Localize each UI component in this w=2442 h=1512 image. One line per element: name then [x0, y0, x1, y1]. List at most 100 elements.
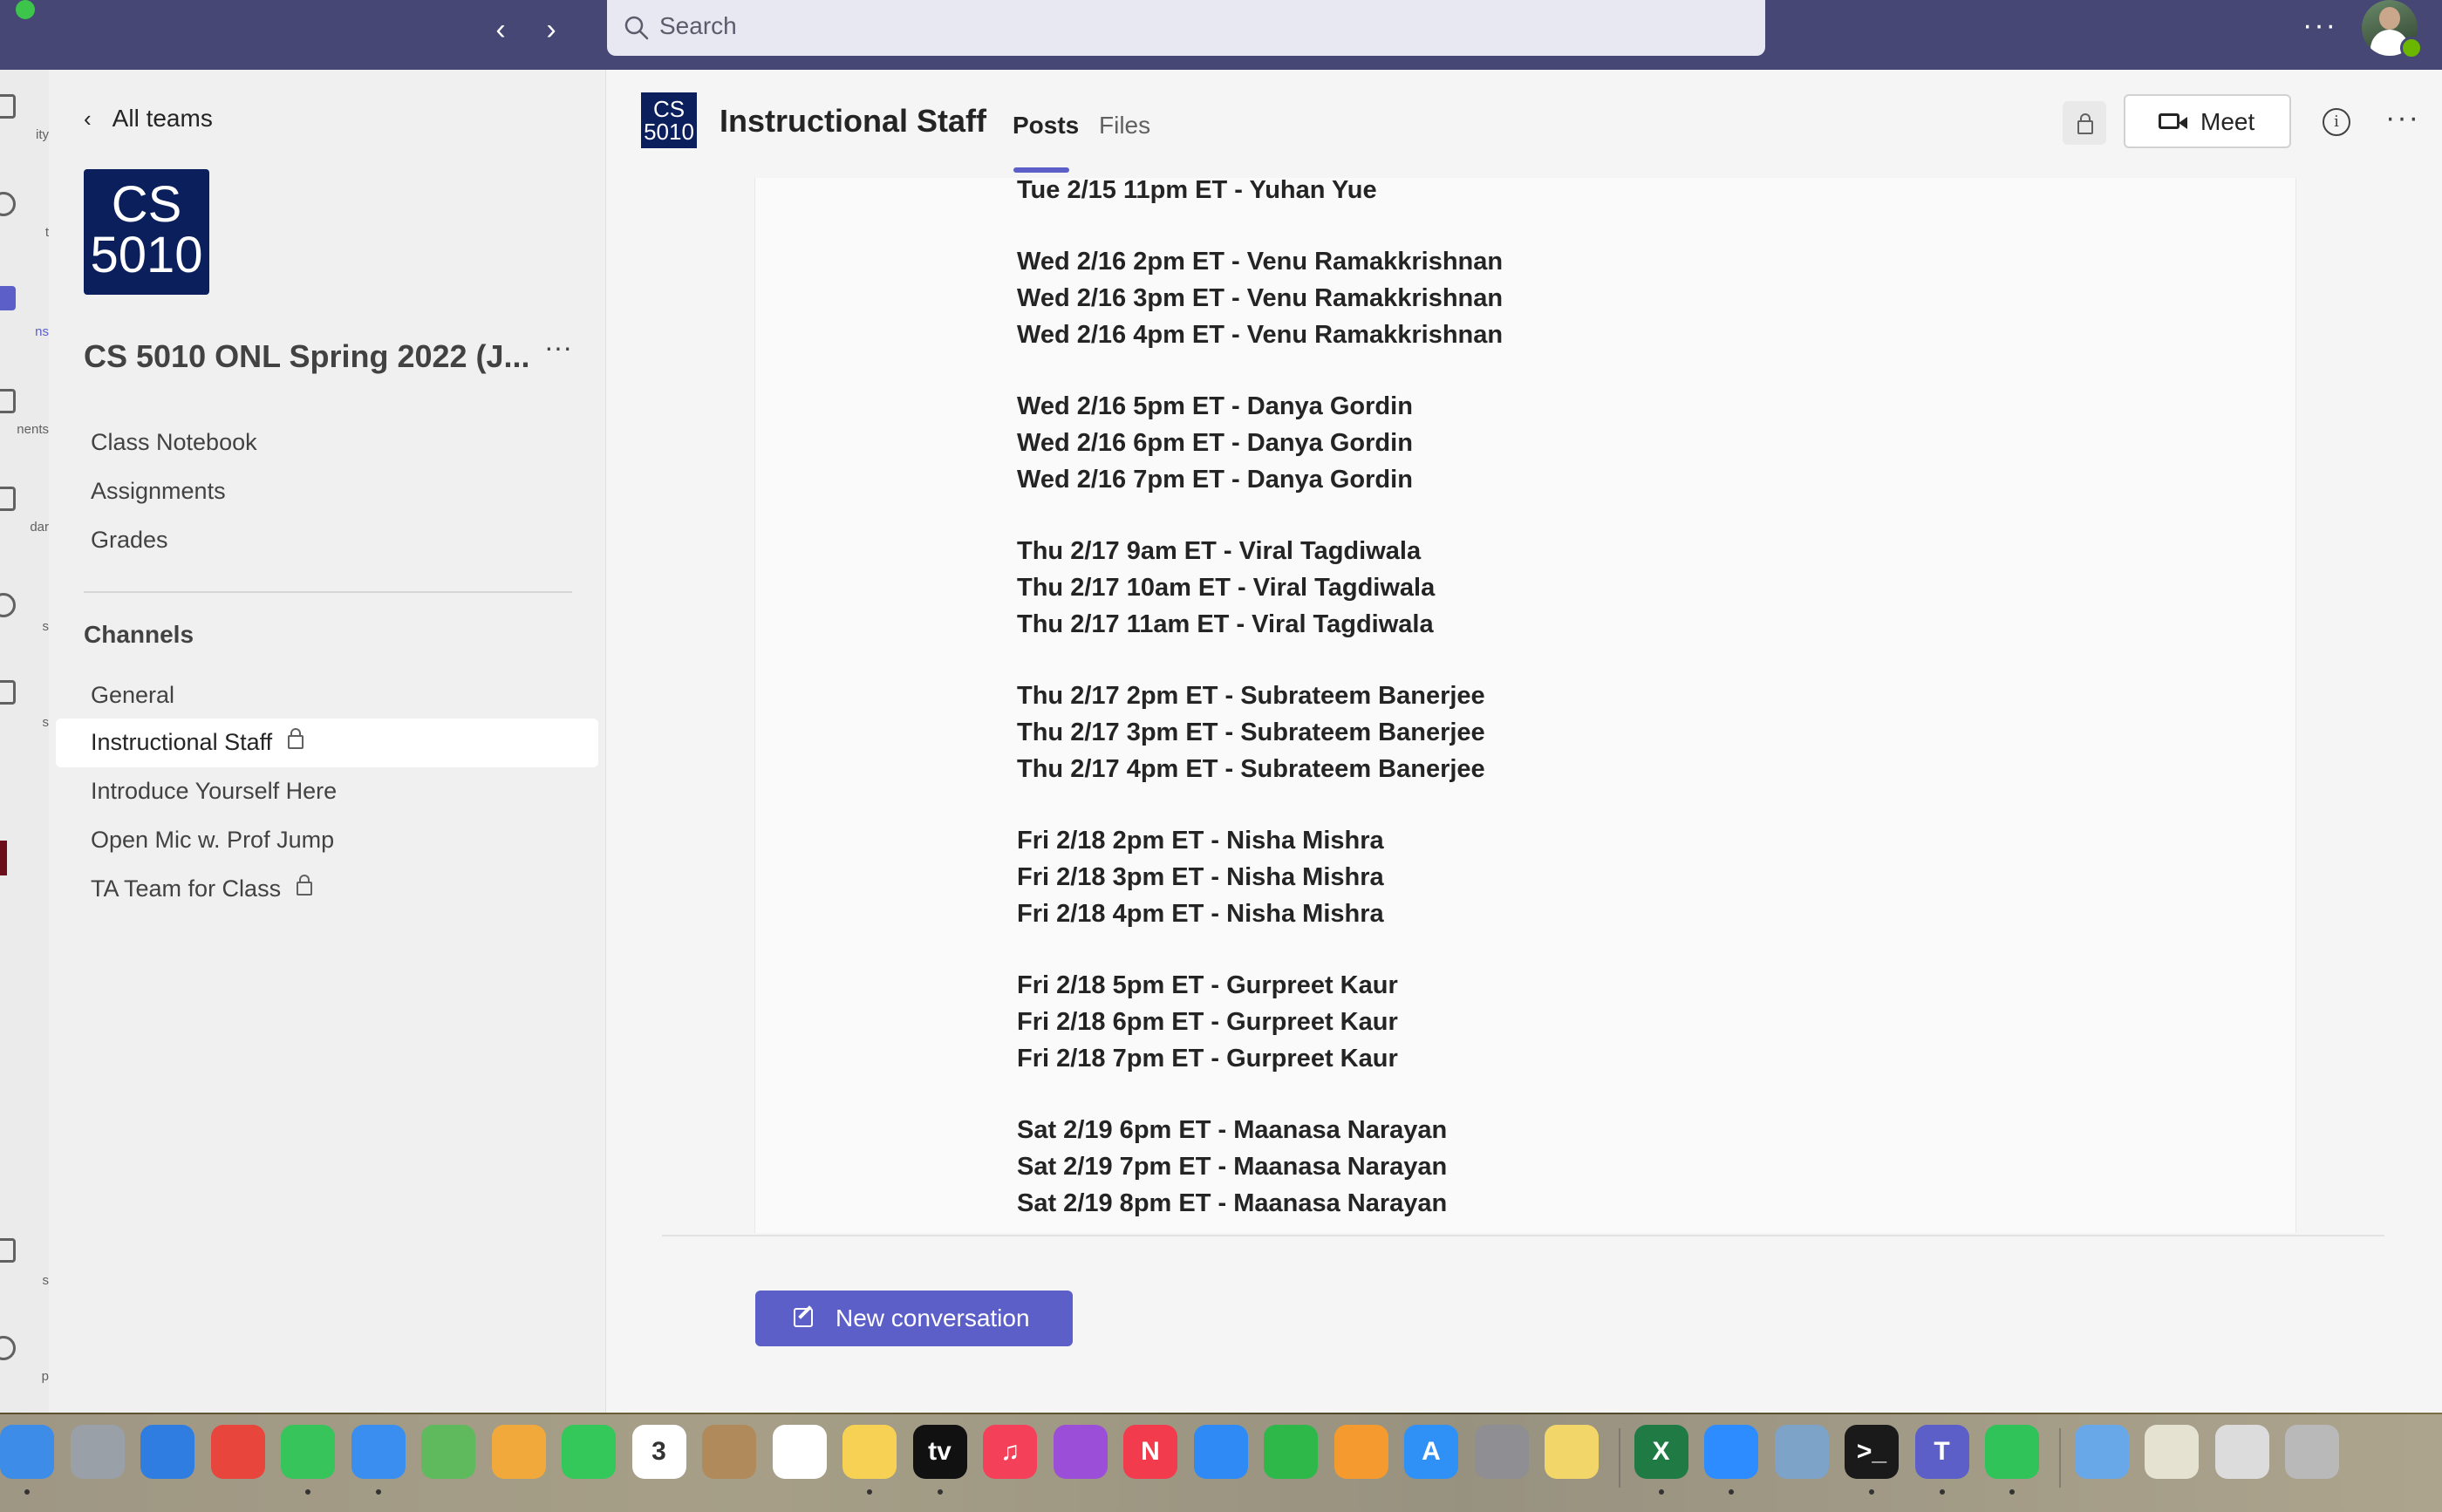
message-line: Fri 2/18 4pm ET - Nisha Mishra [1017, 900, 1384, 928]
chat-icon[interactable] [0, 192, 16, 216]
rail-item-help[interactable]: p [0, 1369, 49, 1384]
numbers-icon[interactable] [1264, 1425, 1318, 1479]
private-channel-button[interactable] [2063, 101, 2106, 145]
forward-arrow-icon[interactable]: › [534, 12, 569, 47]
message-line: Fri 2/18 7pm ET - Gurpreet Kaur [1017, 1045, 1398, 1073]
channel-more-options-icon[interactable]: ··· [2385, 101, 2420, 135]
message-line: Sat 2/19 8pm ET - Maanasa Narayan [1017, 1189, 1448, 1217]
message-line: Fri 2/18 3pm ET - Nisha Mishra [1017, 863, 1384, 891]
excel-icon[interactable]: X [1634, 1425, 1688, 1479]
stack-2-icon[interactable] [2214, 1425, 2269, 1479]
news-icon[interactable]: N [1123, 1425, 1177, 1479]
channel-ta-team[interactable]: TA Team for Class [56, 865, 598, 914]
calendar-icon[interactable] [0, 487, 16, 511]
trash-icon[interactable] [2285, 1425, 2339, 1479]
settings-icon[interactable] [1474, 1425, 1529, 1479]
rail-item-chat[interactable]: t [0, 225, 49, 240]
apps-icon[interactable] [0, 1238, 16, 1263]
contacts-icon[interactable] [702, 1425, 756, 1479]
calendar-icon[interactable]: 3 [631, 1425, 686, 1479]
rail-item-teams[interactable]: ns [0, 324, 49, 339]
rail-item-activity[interactable]: ity [0, 127, 49, 142]
divider [84, 591, 572, 593]
channel-label: Open Mic w. Prof Jump [91, 827, 335, 853]
class-notebook-link[interactable]: Class Notebook [91, 429, 257, 456]
channels-header: Channels [84, 621, 194, 648]
channel-label: General [91, 682, 175, 708]
search-bar[interactable]: Search [607, 0, 1765, 56]
channel-general[interactable]: General [56, 671, 598, 720]
podcasts-icon[interactable] [1053, 1425, 1108, 1479]
chrome-icon[interactable] [210, 1425, 265, 1479]
channel-label: TA Team for Class [91, 875, 282, 902]
new-conversation-button[interactable]: New conversation [755, 1291, 1073, 1346]
keynote-icon[interactable] [1193, 1425, 1248, 1479]
music-icon[interactable]: ♫ [983, 1425, 1037, 1479]
calls-icon[interactable] [0, 593, 16, 617]
grades-link[interactable]: Grades [91, 527, 168, 554]
stack-icon[interactable] [2145, 1425, 2199, 1479]
terminal-icon[interactable]: >_ [1845, 1425, 1899, 1479]
launchpad-icon[interactable] [70, 1425, 125, 1479]
message-line: Wed 2/16 7pm ET - Danya Gordin [1017, 466, 1413, 494]
downloads-folder-icon[interactable] [2074, 1425, 2129, 1479]
rail-item-calendar[interactable]: dar [0, 520, 49, 535]
rail-item-calls[interactable]: s [0, 619, 50, 634]
facetime-icon[interactable] [562, 1425, 616, 1479]
channel-instructional-staff[interactable]: Instructional Staff [56, 719, 598, 767]
message-line: Wed 2/16 3pm ET - Venu Ramakkrishnan [1017, 284, 1504, 312]
team-panel: ‹ All teams CS 5010 CS 5010 ONL Spring 20… [49, 70, 606, 1413]
rail-item-files[interactable]: s [0, 715, 50, 730]
pages-icon[interactable] [1334, 1425, 1388, 1479]
mail-icon[interactable] [351, 1425, 406, 1479]
message-line: Thu 2/17 9am ET - Viral Tagdiwala [1017, 537, 1422, 565]
assignments-icon[interactable] [0, 389, 16, 413]
finder-icon[interactable] [0, 1425, 54, 1479]
message-line: Sat 2/19 6pm ET - Maanasa Narayan [1017, 1116, 1448, 1144]
meet-button[interactable]: Meet [2124, 94, 2291, 148]
team-more-options-icon[interactable]: ··· [544, 331, 572, 364]
dock-separator [2058, 1428, 2061, 1488]
message-line: Thu 2/17 2pm ET - Subrateem Banerjee [1017, 682, 1485, 710]
rail-item-assignments[interactable]: nents [0, 422, 49, 437]
message-line: Wed 2/16 6pm ET - Danya Gordin [1017, 429, 1413, 457]
tab-posts[interactable]: Posts [1013, 112, 1079, 140]
all-teams-label: All teams [112, 105, 213, 132]
appstore-icon[interactable]: A [1404, 1425, 1458, 1479]
teams-icon[interactable]: T [1914, 1425, 1969, 1479]
team-name[interactable]: CS 5010 ONL Spring 2022 (J... [84, 338, 530, 375]
dock-separator [1618, 1428, 1620, 1488]
tab-files[interactable]: Files [1099, 112, 1150, 140]
running-indicator [1869, 1489, 1874, 1495]
channel-label: Instructional Staff [91, 729, 273, 755]
settings-more-icon[interactable]: ··· [2302, 9, 2337, 43]
window-zoom-button[interactable] [16, 0, 35, 19]
teams-icon[interactable] [0, 286, 16, 310]
running-indicator [867, 1489, 872, 1495]
zoom-icon[interactable] [1704, 1425, 1758, 1479]
activity-icon[interactable] [0, 94, 16, 119]
search-input[interactable]: Search [659, 12, 737, 40]
assignments-link[interactable]: Assignments [91, 478, 226, 505]
notes-icon[interactable] [842, 1425, 897, 1479]
photos-icon[interactable] [491, 1425, 546, 1479]
message-line: Wed 2/16 5pm ET - Danya Gordin [1017, 392, 1413, 420]
channel-open-mic[interactable]: Open Mic w. Prof Jump [56, 816, 598, 865]
tv-icon[interactable]: tv [912, 1425, 967, 1479]
stickies-icon[interactable] [1545, 1425, 1599, 1479]
title-bar: ‹ › Search ··· [0, 0, 2442, 70]
messages-icon[interactable] [281, 1425, 335, 1479]
info-icon[interactable]: i [2323, 108, 2350, 136]
dock: 3 tv ♫ N A X >_ T [0, 1414, 2442, 1512]
files-icon[interactable] [0, 680, 16, 705]
reminders-icon[interactable] [772, 1425, 827, 1479]
preview-icon[interactable] [1774, 1425, 1829, 1479]
maps-icon[interactable] [421, 1425, 475, 1479]
safari-icon[interactable] [140, 1425, 194, 1479]
all-teams-link[interactable]: ‹ All teams [84, 105, 213, 133]
channel-introduce-yourself-here[interactable]: Introduce Yourself Here [56, 767, 598, 816]
back-arrow-icon[interactable]: ‹ [483, 12, 518, 47]
rail-item-apps[interactable]: s [0, 1273, 50, 1288]
help-icon[interactable] [0, 1336, 16, 1360]
whatsapp-icon[interactable] [1985, 1425, 2039, 1479]
